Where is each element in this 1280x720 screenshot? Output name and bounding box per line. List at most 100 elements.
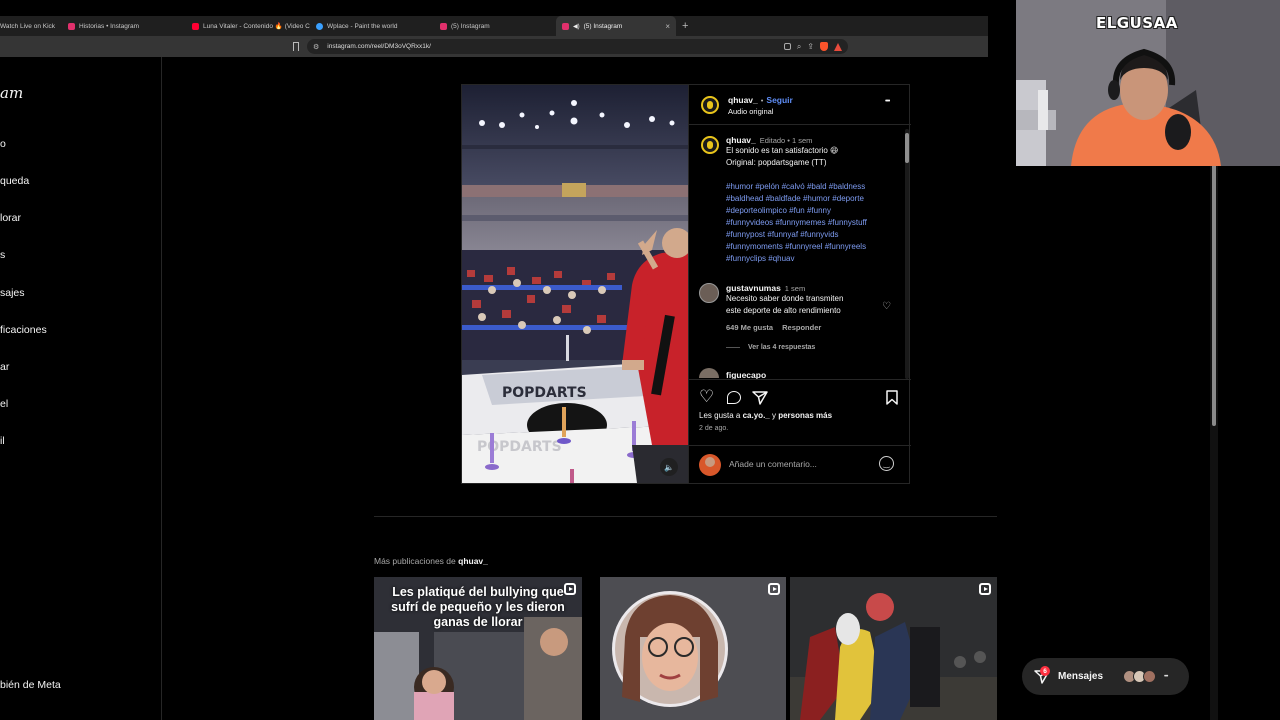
thumbnail-image	[790, 577, 997, 720]
close-tab-icon[interactable]: ×	[665, 22, 670, 31]
likes-prefix: Les gusta a	[699, 411, 741, 420]
hashtags-line[interactable]: #deporteolimpico #fun #funny	[726, 205, 904, 217]
brave-shield-icon[interactable]	[820, 42, 828, 51]
share-icon[interactable]: ⇪	[807, 42, 814, 51]
cast-icon[interactable]	[783, 43, 791, 50]
sidebar-item-also-from-meta[interactable]: bién de Meta	[0, 679, 61, 691]
share-icon[interactable]	[752, 390, 768, 406]
tab-luna-vitaler[interactable]: Luna Vitaler - Contenido 🔥 (Video C	[186, 16, 310, 36]
sidebar-item-notifications[interactable]: ficaciones	[0, 324, 47, 336]
likes-conjunction: y	[771, 411, 776, 420]
instagram-icon	[440, 22, 447, 30]
tab-label: (5) Instagram	[583, 22, 623, 30]
caption: qhuav_ Editado • 1 sem El sonido es tan …	[726, 135, 904, 265]
comment-input[interactable]: Añade un comentario...	[729, 459, 817, 469]
comment-icon[interactable]	[727, 391, 741, 404]
tab-instagram[interactable]: (5) Instagram	[434, 16, 556, 36]
address-bar[interactable]: ⚙ instagram.com/reel/DM3oVQRxx1k/ ⌕ ⇪	[307, 39, 848, 54]
instagram-logo[interactable]: am	[0, 84, 23, 102]
more-posts-heading: Más publicaciones de qhuav_	[374, 556, 488, 566]
sidebar-item-create[interactable]: ar	[0, 361, 9, 373]
hashtags-line[interactable]: #humor #pelón #calvó #bald #baldness	[726, 181, 904, 193]
hashtags-line[interactable]: #funnyvideos #funnymemes #funnystuff	[726, 217, 904, 229]
tab-wplace[interactable]: Wplace - Paint the world	[310, 16, 434, 36]
comments-scrollbar[interactable]	[905, 129, 909, 379]
more-post-thumbnail[interactable]	[790, 577, 997, 720]
sidebar-item-reels[interactable]: s	[0, 249, 5, 261]
zoom-icon[interactable]: ⌕	[797, 42, 801, 52]
comment: gustavnumas 1 sem Necesito saber donde t…	[726, 283, 886, 351]
reel-icon	[979, 583, 991, 595]
webcam-overlay: ELGUSAA	[1016, 0, 1280, 166]
tab-label: Watch Live on Kick	[0, 22, 56, 30]
post-side-panel: qhuav_ • Seguir Audio original ••• qhuav…	[688, 85, 911, 483]
messages-button[interactable]: 6 Mensajes •••	[1022, 658, 1189, 695]
like-icon[interactable]: ♡	[699, 388, 714, 405]
hashtags-line[interactable]: #funnymoments #funnyreel #funnyreels	[726, 241, 904, 253]
bookmark-icon[interactable]	[293, 42, 299, 51]
caption-meta: Editado • 1 sem	[759, 136, 813, 145]
site-settings-icon[interactable]: ⚙	[313, 43, 319, 51]
comment-likes[interactable]: 649 Me gusta	[726, 323, 773, 332]
more-post-thumbnail[interactable]	[600, 577, 786, 720]
new-tab-icon[interactable]: +	[676, 20, 694, 32]
sidebar-item-home[interactable]: o	[0, 138, 6, 150]
brave-rewards-icon[interactable]	[834, 42, 842, 51]
author-avatar[interactable]	[701, 96, 719, 114]
caption-text: El sonido es tan satisfactorio 😆	[726, 146, 839, 155]
liker-username[interactable]: ca.yo._	[743, 411, 770, 420]
comment-time: 1 sem	[784, 284, 806, 293]
more-post-thumbnail[interactable]: Les platiqué del bullying que sufrí de p…	[374, 577, 582, 720]
youtube-icon	[192, 22, 199, 30]
more-avatars-icon: •••	[1164, 673, 1168, 680]
sidebar-item-explore[interactable]: lorar	[0, 212, 21, 224]
section-divider	[374, 516, 997, 517]
caption-username[interactable]: qhuav_	[726, 135, 756, 145]
comment-like-icon[interactable]: ♡	[882, 301, 891, 312]
commenter-avatar[interactable]	[699, 368, 719, 378]
sidebar-item-panel[interactable]: el	[0, 398, 8, 410]
my-avatar	[699, 454, 721, 476]
more-posts-username[interactable]: qhuav_	[458, 556, 488, 566]
unread-badge: 6	[1040, 666, 1050, 676]
hashtags-line[interactable]: #funnypost #funnyaf #funnyvids	[726, 229, 904, 241]
page-scrollbar[interactable]	[1210, 160, 1218, 720]
author-username[interactable]: qhuav_	[728, 95, 758, 105]
instagram-icon	[562, 22, 569, 30]
instagram-icon	[68, 22, 75, 30]
sidebar-item-search[interactable]: queda	[0, 175, 29, 187]
hashtags-line[interactable]: #baldhead #baldfade #humor #deporte	[726, 193, 904, 205]
tab-label: Historias • Instagram	[79, 22, 140, 30]
follow-button[interactable]: Seguir	[766, 95, 792, 105]
save-icon[interactable]	[886, 390, 898, 405]
wplace-icon	[316, 22, 323, 30]
view-replies-button[interactable]: Ver las 4 respuestas	[748, 344, 815, 351]
tab-kick[interactable]: Watch Live on Kick	[0, 16, 62, 36]
url-text[interactable]: instagram.com/reel/DM3oVQRxx1k/	[327, 43, 431, 50]
tab-instagram-active[interactable]: ◀) (5) Instagram ×	[556, 16, 676, 36]
add-comment-bar: Añade un comentario... ‿	[689, 445, 911, 483]
mute-icon[interactable]: 🔈	[660, 458, 678, 476]
tab-label: Luna Vitaler - Contenido 🔥 (Video C	[203, 23, 310, 30]
comment-text: Necesito saber donde transmiten	[726, 294, 844, 303]
reel-video[interactable]: POPDARTS POPDARTS 🔈	[462, 85, 688, 483]
reply-button[interactable]: Responder	[782, 323, 821, 332]
likes-others-link[interactable]: personas más	[778, 411, 832, 420]
comment-username[interactable]: gustavnumas	[726, 283, 781, 293]
emoji-icon[interactable]: ‿	[879, 456, 894, 471]
audio-link[interactable]: Audio original	[728, 107, 773, 116]
popdarts-table-text: POPDARTS	[477, 439, 562, 455]
post-card: POPDARTS POPDARTS 🔈 qhuav_ • Seguir Audi…	[461, 84, 911, 484]
sidebar-item-messages[interactable]: sajes	[0, 287, 25, 299]
hashtags-line[interactable]: #funnyclips #qhuav	[726, 253, 904, 265]
tab-historias[interactable]: Historias • Instagram	[62, 16, 186, 36]
conversation-avatars	[1123, 670, 1157, 683]
caption-avatar[interactable]	[701, 136, 719, 154]
comment-text: este deporte de alto rendimiento	[726, 306, 841, 315]
speaker-icon: ◀)	[573, 23, 580, 30]
more-options-icon[interactable]: •••	[885, 98, 890, 105]
video-frame: POPDARTS POPDARTS	[462, 85, 688, 483]
reel-icon	[564, 583, 576, 595]
commenter-avatar[interactable]	[699, 283, 719, 303]
sidebar-item-profile[interactable]: il	[0, 435, 5, 447]
